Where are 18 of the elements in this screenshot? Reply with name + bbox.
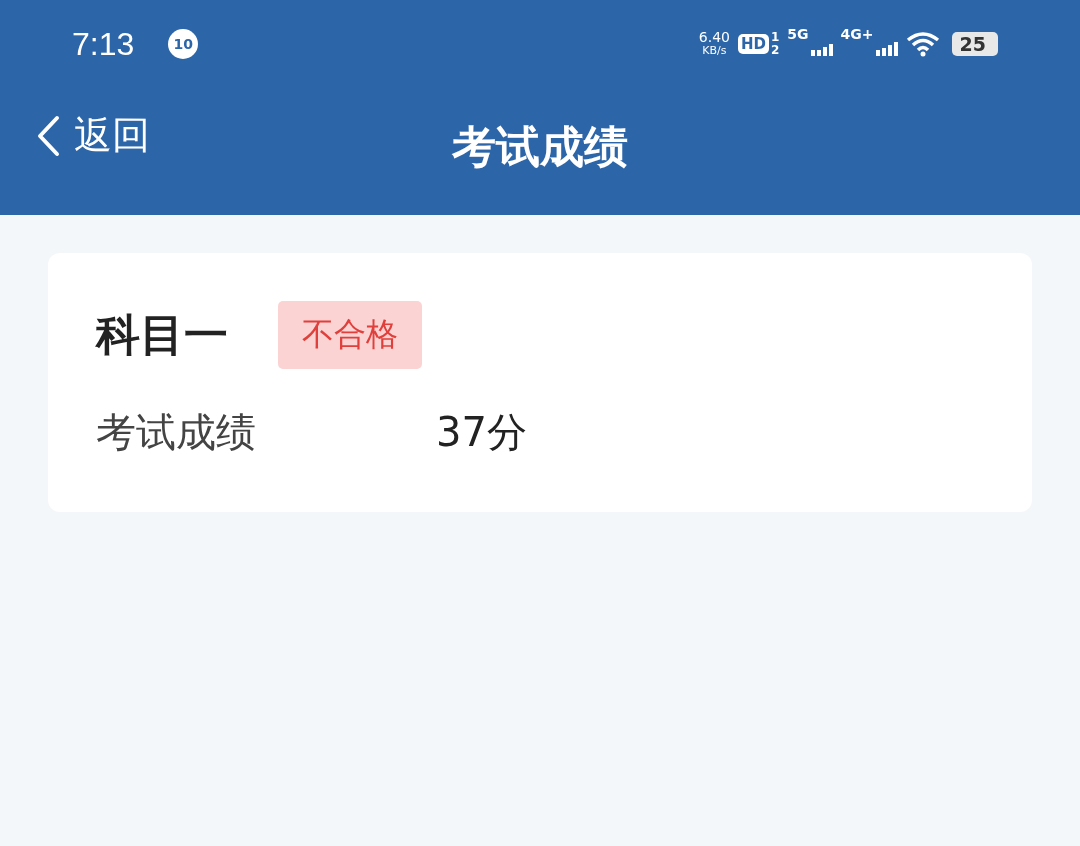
wifi-icon xyxy=(905,31,940,57)
signal-icon xyxy=(875,42,898,56)
network-speed: 6.40 KB/s xyxy=(698,31,730,57)
battery-indicator: 25 xyxy=(951,32,998,56)
hd-indicator: HD xyxy=(737,34,769,54)
back-button[interactable]: 返回 xyxy=(36,110,150,161)
score-value: 37分 xyxy=(436,408,527,457)
back-chevron-icon xyxy=(36,114,60,157)
notification-badge: 10 xyxy=(168,29,199,59)
network-label: 4G+ xyxy=(840,26,874,42)
clock: 7:13 xyxy=(72,25,135,63)
network-label: 5G xyxy=(787,26,809,42)
subject-name: 科目一 xyxy=(96,307,228,362)
status-tag: 不合格 xyxy=(278,301,422,369)
sim-labels: 1 2 xyxy=(771,31,780,57)
score-label: 考试成绩 xyxy=(96,408,257,457)
signal-icon xyxy=(810,42,833,56)
page-title: 考试成绩 xyxy=(452,120,628,174)
